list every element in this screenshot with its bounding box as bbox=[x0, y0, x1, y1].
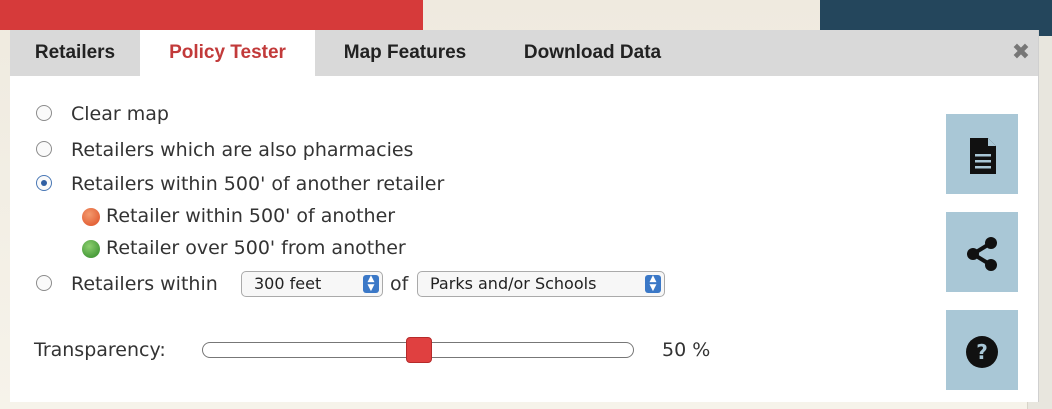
transparency-label: Transparency: bbox=[34, 339, 166, 361]
tab-policy-tester[interactable]: Policy Tester bbox=[140, 30, 315, 76]
option-label: Retailers within 500' of another retaile… bbox=[71, 173, 445, 195]
feature-select[interactable]: Parks and/or Schools ▲ ▼ bbox=[417, 271, 665, 297]
transparency-slider-thumb[interactable] bbox=[406, 337, 432, 363]
legend-label: Retailer over 500' from another bbox=[106, 237, 406, 259]
document-button[interactable] bbox=[946, 114, 1018, 194]
distance-select[interactable]: 300 feet ▲ ▼ bbox=[241, 271, 383, 297]
tab-download-data[interactable]: Download Data bbox=[495, 30, 690, 76]
radio-within-500[interactable] bbox=[36, 175, 52, 191]
close-icon[interactable]: ✖ bbox=[1010, 42, 1032, 64]
tab-retailers[interactable]: Retailers bbox=[10, 30, 140, 76]
of-text: of bbox=[390, 273, 409, 295]
option-label: Retailers which are also pharmacies bbox=[71, 139, 414, 161]
orange-dot-icon bbox=[82, 208, 100, 226]
help-button[interactable]: ? bbox=[946, 310, 1018, 390]
radio-within-distance[interactable] bbox=[36, 275, 52, 291]
transparency-value: 50 % bbox=[662, 339, 711, 361]
distance-select-value: 300 feet bbox=[254, 274, 322, 293]
document-icon bbox=[970, 138, 996, 174]
help-icon: ? bbox=[966, 336, 998, 368]
spinner-arrows-icon: ▲ ▼ bbox=[645, 275, 661, 293]
green-dot-icon bbox=[82, 240, 100, 258]
spinner-arrows-icon: ▲ ▼ bbox=[363, 275, 379, 293]
radio-clear-map[interactable] bbox=[36, 105, 52, 121]
radio-pharmacies[interactable] bbox=[36, 141, 52, 157]
option-label: Clear map bbox=[71, 103, 169, 125]
top-red-bar bbox=[0, 0, 423, 30]
policy-panel: Retailers Policy Tester Map Features Dow… bbox=[10, 30, 1039, 402]
share-icon bbox=[967, 237, 997, 271]
legend-label: Retailer within 500' of another bbox=[106, 205, 396, 227]
tab-map-features[interactable]: Map Features bbox=[315, 30, 495, 76]
share-button[interactable] bbox=[946, 212, 1018, 292]
feature-select-value: Parks and/or Schools bbox=[430, 274, 597, 293]
option-label: Retailers within bbox=[71, 273, 218, 295]
option-within-distance[interactable]: Retailers within 300 feet ▲ ▼ of Parks an… bbox=[36, 270, 676, 298]
svg-text:?: ? bbox=[976, 340, 988, 364]
tab-bar: Retailers Policy Tester Map Features Dow… bbox=[10, 30, 1038, 76]
